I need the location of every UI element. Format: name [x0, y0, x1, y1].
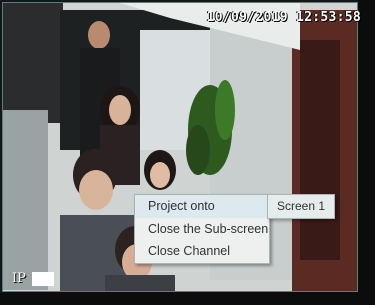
submenu-item-screen-1[interactable]: Screen 1 [267, 194, 335, 219]
channel-label: IP [12, 271, 26, 286]
channel-label-mask [32, 272, 54, 286]
menu-item-project-onto[interactable]: Project onto [135, 195, 269, 218]
context-menu: Project onto Close the Sub-screen Close … [134, 194, 270, 264]
menu-item-close-channel[interactable]: Close Channel [135, 240, 269, 263]
menu-item-close-sub-screen[interactable]: Close the Sub-screen [135, 218, 269, 241]
timestamp-overlay: 10/09/2019 12:53:58 [206, 10, 361, 25]
